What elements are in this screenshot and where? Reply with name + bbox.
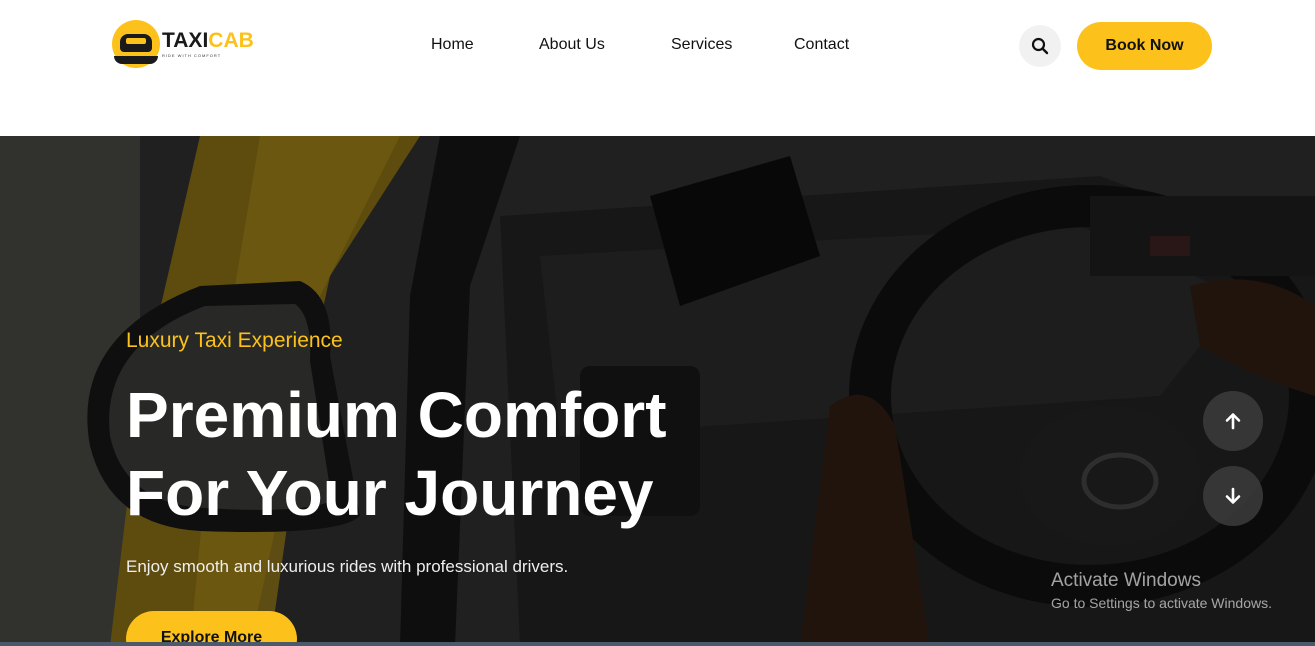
hero-title-line-2: For Your Journey [126,457,654,529]
logo-text-cab: CAB [208,29,254,52]
logo-tagline: RIDE WITH COMFORT [162,53,222,58]
hero-description: Enjoy smooth and luxurious rides with pr… [126,557,569,576]
hero-title: Premium Comfort For Your Journey [126,376,826,532]
nav-contact[interactable]: Contact [794,36,849,54]
hero-subtitle: Luxury Taxi Experience [126,329,343,352]
search-icon [1031,37,1049,55]
search-button[interactable] [1019,25,1061,67]
logo[interactable]: TAXICAB RIDE WITH COMFORT [112,8,264,80]
explore-more-button[interactable]: Explore More [126,611,297,646]
activate-windows-watermark: Activate Windows Go to Settings to activ… [1051,570,1272,611]
arrow-down-icon [1225,487,1241,504]
nav-home[interactable]: Home [431,36,474,54]
taxi-logo-icon [112,20,160,68]
hero-title-line-1: Premium Comfort [126,379,667,451]
logo-text-taxi: TAXI [162,29,209,52]
activate-windows-title: Activate Windows [1051,570,1201,591]
hero-section: Luxury Taxi Experience Premium Comfort F… [0,136,1315,646]
logo-wordmark: TAXICAB RIDE WITH COMFORT [162,29,254,59]
slider-prev-button[interactable] [1203,391,1263,451]
book-now-button[interactable]: Book Now [1077,22,1212,70]
arrow-up-icon [1225,413,1241,430]
nav-services[interactable]: Services [671,36,732,54]
nav-about-us[interactable]: About Us [539,36,605,54]
slider-next-button[interactable] [1203,466,1263,526]
bottom-edge [0,642,1315,646]
activate-windows-subtitle: Go to Settings to activate Windows. [1051,595,1272,611]
site-header: TAXICAB RIDE WITH COMFORT Home About Us … [0,0,1315,136]
